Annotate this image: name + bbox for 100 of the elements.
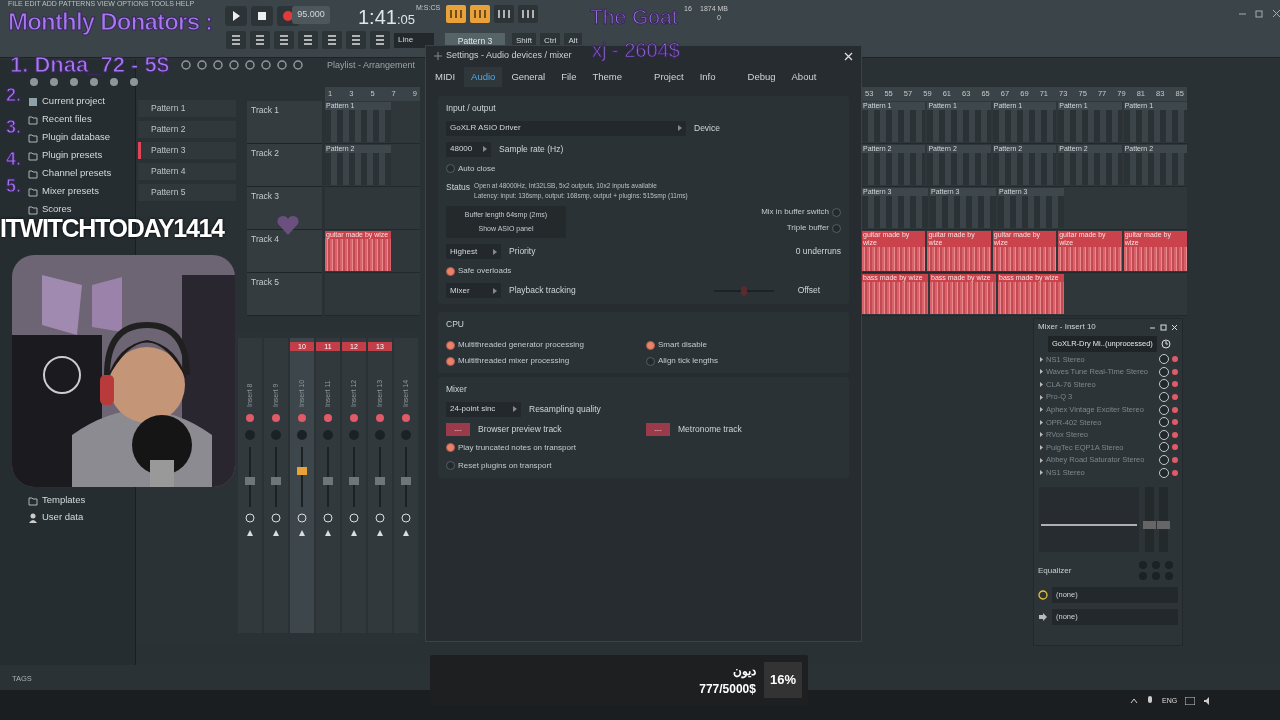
pan-knob-icon [323,413,333,423]
folder-icon [28,168,38,179]
settings-tab[interactable]: Debug [740,66,783,88]
window-title: Playlist - Arrangement [327,59,416,72]
radio-button[interactable] [446,356,455,366]
radio-button[interactable] [832,207,841,217]
caret-icon [678,125,682,132]
mix-knob[interactable] [1159,429,1169,440]
browser-item[interactable]: User data [42,510,84,525]
priority-dropdown[interactable]: Highest [446,244,501,260]
volume-knob-icon [296,429,308,441]
pattern-item[interactable]: Pattern 4 [138,163,236,180]
pattern-item[interactable]: Pattern 1 [138,100,236,117]
settings-tab[interactable]: Audio [464,66,503,88]
option-label: Triple buffer [786,222,829,235]
top-donor-entry: xj - 2604$ [592,40,680,60]
output-icon [1038,611,1048,622]
network-icon[interactable] [1185,697,1196,706]
send-arrow-icon [246,529,254,537]
sample-rate-dropdown[interactable]: 48000 [446,141,491,157]
mix-knob[interactable] [1159,455,1169,466]
radio-button[interactable] [446,340,455,350]
mix-knob[interactable] [1159,354,1169,365]
settings-tab[interactable]: Info [692,66,723,88]
settings-tab[interactable]: Theme [585,66,630,88]
radio-button[interactable] [832,223,841,233]
section-heading: Input / output [446,102,497,115]
chevron-icon[interactable] [1130,697,1138,706]
folder-icon [28,204,38,215]
settings-tab[interactable]: File [554,66,584,88]
route-icon [375,513,385,523]
radio-button[interactable] [446,266,455,276]
track-label[interactable]: Track 2 [247,144,322,187]
route-icon [245,513,255,523]
browser-item[interactable]: Recent files [42,112,92,127]
drag-handle-icon [434,52,442,60]
browser-item[interactable]: Plugin database [42,130,111,145]
caret-icon [1040,457,1043,463]
mix-knob[interactable] [1159,467,1169,478]
volume-knob-icon [270,429,282,441]
caret-icon [1040,356,1043,362]
section-heading: Mixer [446,383,468,396]
mix-knob[interactable] [1159,442,1169,453]
track-label[interactable]: Track 3 [247,187,322,230]
radio-button[interactable] [446,461,455,471]
browser-item[interactable]: Templates [42,493,86,508]
radio-button[interactable] [646,356,655,366]
donor-entry: 2. [6,86,21,104]
settings-tab[interactable]: About [784,66,824,88]
maximize-icon[interactable] [1160,323,1167,331]
tempo-field[interactable]: 95.000 [292,6,330,24]
folder-icon [28,186,38,197]
restore-icon[interactable] [1255,9,1264,18]
play-icon[interactable] [225,6,247,26]
pan-knob-icon [401,413,411,423]
option-label: Safe overloads [458,265,512,278]
route-icon [401,513,411,523]
track-label[interactable]: Track 5 [247,273,322,316]
goal-name: ديون [732,663,756,680]
send-arrow-icon [324,529,332,537]
mix-knob[interactable] [1159,379,1169,390]
browser-item[interactable]: Mixer presets [42,184,99,199]
track-label[interactable]: Track 4 [247,230,322,273]
underruns-text: 0 underruns [795,245,841,259]
track-label[interactable]: Track 1 [247,101,322,144]
route-icon [349,513,359,523]
close-icon[interactable] [1272,9,1280,18]
mix-knob[interactable] [1159,366,1169,377]
stop-icon[interactable] [251,6,273,26]
mix-knob[interactable] [1159,404,1169,415]
pattern-item[interactable]: Pattern 2 [138,121,236,138]
pattern-item[interactable]: Pattern 3 [138,142,236,159]
mix-knob[interactable] [1159,392,1169,403]
resampling-dropdown[interactable]: 24-point sinc [446,401,521,417]
pattern-item[interactable]: Pattern 5 [138,184,236,201]
fader-icon [401,447,411,507]
browser-item[interactable]: Plugin presets [42,148,103,163]
browser-item[interactable]: Current project [42,94,105,109]
settings-tab[interactable]: Project [647,66,691,88]
settings-tab[interactable]: MIDI [428,66,463,88]
radio-button[interactable] [446,443,455,453]
option-label: Align tick lengths [658,355,719,367]
mix-knob[interactable] [1159,417,1169,428]
option-label: Mix in buffer switch [761,206,829,219]
option-label: Multithreaded generator processing [458,339,584,351]
tracking-dropdown[interactable]: Mixer [446,283,501,299]
radio-button[interactable] [646,340,655,350]
browser-item[interactable]: Channel presets [42,166,112,181]
pan-knob-icon [245,413,255,423]
radio-button[interactable] [446,164,455,174]
fader-icon [349,447,359,507]
settings-tab[interactable]: General [504,66,553,88]
field-label: Browser preview track [478,422,562,436]
field-label: Playback tracking [509,284,576,298]
offset-slider-thumb[interactable] [740,285,747,296]
field-label: Resampling quality [529,402,601,416]
donators-title: Monthly Donators : [8,10,213,34]
device-dropdown[interactable]: GoXLR ASIO Driver [446,120,686,136]
option-label: Play truncated notes on transport [458,441,576,454]
goal-percent: 16% [763,662,802,698]
